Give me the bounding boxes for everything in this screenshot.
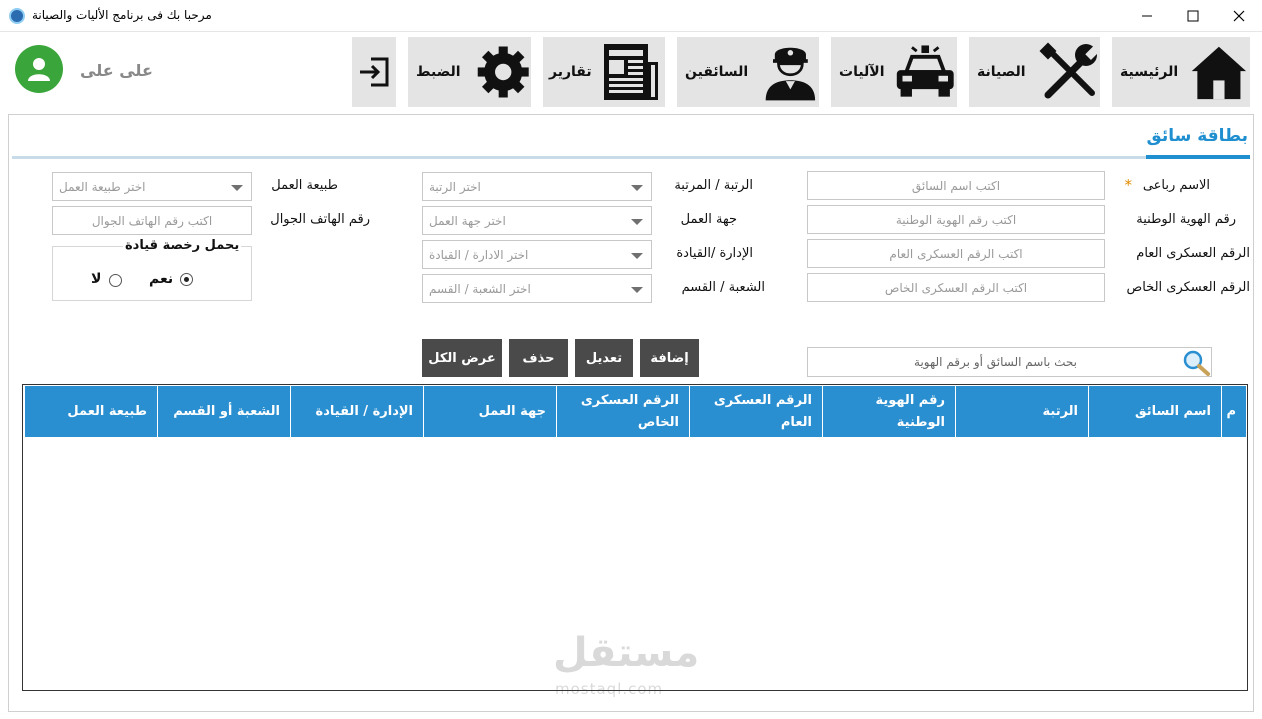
- watermark-url: mostaql.com: [555, 680, 664, 698]
- chevron-down-icon: [631, 185, 643, 191]
- directorate-label: الإدارة /القيادة: [676, 246, 753, 261]
- license-yes-radio[interactable]: [180, 273, 193, 286]
- nav-maintenance-label: الصيانة: [977, 64, 1026, 80]
- window-title: مرحبا بك فى برنامج الأليات والصيانة: [32, 8, 212, 22]
- title-divider: [12, 156, 1250, 159]
- driver-icon: [765, 47, 816, 101]
- special-military-input[interactable]: اكتب الرقم العسكرى الخاص: [807, 273, 1105, 302]
- logout-button[interactable]: [352, 37, 396, 107]
- nav-vehicles-button[interactable]: الآليات: [831, 37, 957, 107]
- maximize-button[interactable]: [1170, 0, 1216, 32]
- title-bar: مرحبا بك فى برنامج الأليات والصيانة: [0, 0, 1262, 32]
- license-group-title: يحمل رخصة قيادة: [123, 238, 242, 253]
- delete-button[interactable]: حذف: [509, 339, 568, 377]
- nav-reports-button[interactable]: تقارير: [543, 37, 665, 107]
- show-all-button[interactable]: عرض الكل: [422, 339, 502, 377]
- logout-icon: [360, 57, 389, 87]
- rank-label: الرتبة / المرتبة: [674, 178, 753, 193]
- work-nature-select[interactable]: اختر طبيعة العمل: [52, 172, 252, 201]
- rank-select[interactable]: اختر الرتبة: [422, 172, 652, 201]
- directorate-select-value: اختر الادارة / القيادة: [429, 248, 529, 262]
- full-name-input[interactable]: اكتب اسم السائق: [807, 171, 1105, 200]
- nav-reports-label: تقارير: [549, 64, 592, 80]
- watermark-logo-text: مستقل: [553, 630, 700, 676]
- mobile-label: رقم الهاتف الجوال: [270, 212, 370, 227]
- rank-select-value: اختر الرتبة: [429, 180, 481, 194]
- tools-icon: [1039, 42, 1100, 99]
- minimize-button[interactable]: [1124, 0, 1170, 32]
- search-placeholder: بحث باسم السائق أو برقم الهوية: [914, 355, 1077, 369]
- chevron-down-icon: [631, 253, 643, 259]
- close-button[interactable]: [1216, 0, 1262, 32]
- work-nature-select-value: اختر طبيعة العمل: [59, 180, 146, 194]
- work-entity-label: جهة العمل: [680, 212, 737, 227]
- form-title: بطاقة سائق: [1146, 126, 1249, 146]
- newspaper-icon: [603, 44, 658, 100]
- gear-icon: [477, 46, 529, 98]
- mobile-input[interactable]: اكتب رقم الهاتف الجوال: [52, 206, 252, 235]
- section-select-value: اختر الشعبة / القسم: [429, 282, 531, 296]
- column-header-rank[interactable]: الرتبة: [955, 386, 1088, 437]
- watermark: مستقل mostaql.com: [553, 630, 713, 700]
- section-select[interactable]: اختر الشعبة / القسم: [422, 274, 652, 303]
- license-no-radio[interactable]: [109, 274, 122, 287]
- minimize-icon: [1142, 15, 1152, 17]
- police-car-icon: [896, 45, 954, 97]
- license-no-label: لا: [91, 271, 102, 287]
- app-icon: [9, 8, 25, 24]
- user-icon: [28, 58, 50, 81]
- column-header-work-nature[interactable]: طبيعة العمل: [24, 386, 157, 437]
- nav-settings-label: الضبط: [416, 64, 461, 80]
- column-header-work-entity[interactable]: جهة العمل: [423, 386, 556, 437]
- column-header-national-id[interactable]: رقم الهوية الوطنية: [822, 386, 955, 437]
- nav-drivers-label: السائقين: [685, 64, 749, 80]
- column-header-section[interactable]: الشعبة أو القسم: [157, 386, 290, 437]
- general-military-input[interactable]: اكتب الرقم العسكرى العام: [807, 239, 1105, 268]
- title-divider-accent: [1146, 155, 1250, 159]
- column-header-directorate[interactable]: الإدارة / القيادة: [290, 386, 423, 437]
- directorate-select[interactable]: اختر الادارة / القيادة: [422, 240, 652, 269]
- work-nature-label: طبيعة العمل: [271, 178, 338, 193]
- work-entity-select-value: اختر جهة العمل: [429, 214, 506, 228]
- nav-home-button[interactable]: الرئيسية: [1112, 37, 1250, 107]
- work-entity-select[interactable]: اختر جهة العمل: [422, 206, 652, 235]
- column-header-driver-name[interactable]: اسم السائق: [1088, 386, 1221, 437]
- search-input[interactable]: بحث باسم السائق أو برقم الهوية: [807, 347, 1212, 377]
- close-icon: [1233, 10, 1245, 22]
- nav-settings-button[interactable]: الضبط: [408, 37, 531, 107]
- nav-vehicles-label: الآليات: [839, 64, 885, 80]
- national-id-input[interactable]: اكتب رقم الهوية الوطنية: [807, 205, 1105, 234]
- section-label: الشعبة / القسم: [681, 280, 765, 295]
- add-button[interactable]: إضافة: [640, 339, 699, 377]
- chevron-down-icon: [631, 219, 643, 225]
- nav-drivers-button[interactable]: السائقين: [677, 37, 819, 107]
- search-icon[interactable]: [1181, 349, 1211, 377]
- chevron-down-icon: [231, 185, 243, 191]
- column-header-general-military[interactable]: الرقم العسكرى العام: [689, 386, 822, 437]
- column-header-special-military[interactable]: الرقم العسكرى الخاص: [556, 386, 689, 437]
- special-military-label: الرقم العسكرى الخاص: [1126, 280, 1251, 295]
- national-id-label: رقم الهوية الوطنية: [1136, 212, 1236, 227]
- edit-button[interactable]: تعديل: [575, 339, 633, 377]
- full-name-label: الاسم رباعى: [1143, 178, 1210, 193]
- home-icon: [1191, 46, 1247, 100]
- table-header: م اسم السائق الرتبة رقم الهوية الوطنية ا…: [24, 386, 1246, 437]
- user-name: على على: [80, 61, 153, 80]
- nav-maintenance-button[interactable]: الصيانة: [969, 37, 1100, 107]
- license-yes-label: نعم: [149, 271, 174, 287]
- nav-home-label: الرئيسية: [1120, 64, 1179, 80]
- user-avatar[interactable]: [15, 45, 63, 93]
- required-mark: *: [1124, 176, 1133, 194]
- general-military-label: الرقم العسكرى العام: [1136, 246, 1250, 261]
- column-header-index[interactable]: م: [1221, 386, 1246, 437]
- full-name-label-text: الاسم رباعى: [1142, 178, 1210, 193]
- chevron-down-icon: [631, 287, 643, 293]
- maximize-icon: [1187, 10, 1199, 22]
